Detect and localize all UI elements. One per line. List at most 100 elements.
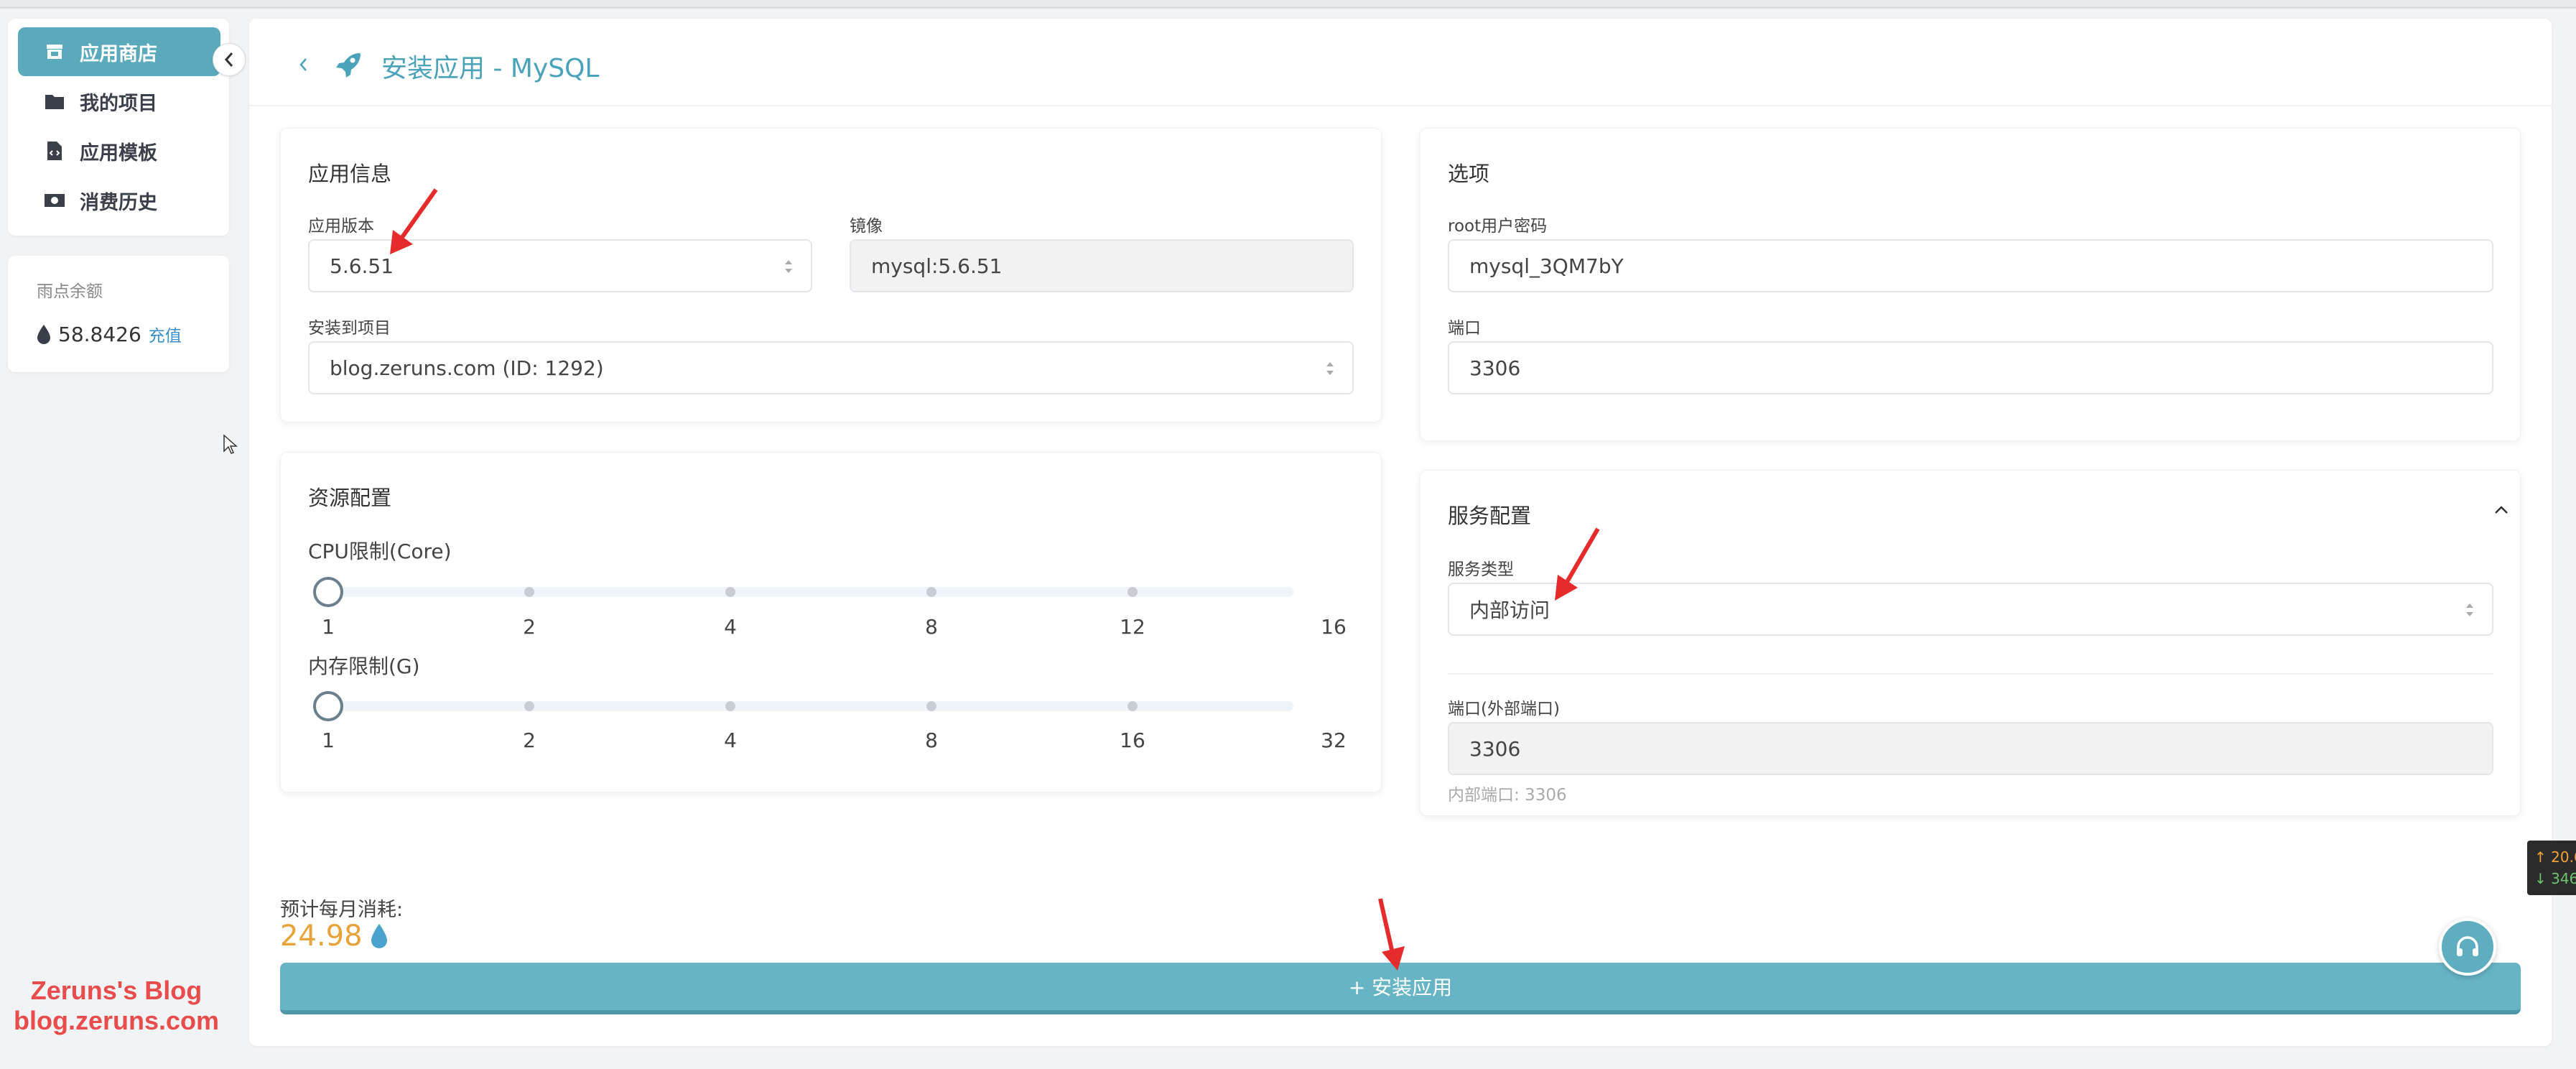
cpu-slider-stop: [1127, 587, 1138, 597]
upload-speed: ↑ 20.6: [2534, 848, 2576, 866]
project-value: blog.zeruns.com (ID: 1292): [330, 356, 604, 380]
project-select[interactable]: blog.zeruns.com (ID: 1292): [308, 341, 1354, 394]
resources-title: 资源配置: [308, 486, 392, 510]
memory-slider-stop: [926, 701, 936, 711]
service-config-title: 服务配置: [1448, 504, 1532, 528]
memory-tick-label: 8: [925, 728, 938, 752]
project-label: 安装到项目: [308, 319, 391, 338]
page-header: 安装应用 - MySQL: [249, 19, 2552, 106]
memory-slider-track[interactable]: [328, 701, 1293, 711]
install-button-label: + 安装应用: [1348, 976, 1453, 999]
monthly-cost: 24.98: [280, 920, 389, 953]
app-info-title: 应用信息: [308, 162, 392, 186]
cpu-tick-label: 16: [1321, 615, 1347, 639]
file-code-icon: [44, 140, 65, 162]
headset-icon: [2457, 936, 2478, 956]
memory-slider-handle[interactable]: [313, 691, 343, 721]
memory-limit-label: 内存限制(G): [308, 654, 420, 678]
blog-watermark: Zeruns's Blog blog.zeruns.com: [9, 976, 224, 1036]
watermark-line-2: blog.zeruns.com: [13, 1006, 220, 1035]
main-panel: 安装应用 - MySQL 应用信息 应用版本 5.6.51 镜像 mysql:5…: [249, 19, 2552, 1046]
service-type-value: 内部访问: [1469, 598, 1550, 622]
cpu-slider-track[interactable]: [328, 587, 1293, 597]
memory-tick-label: 2: [523, 728, 536, 752]
annotation-arrow-icon: [390, 188, 438, 254]
balance-row: 58.8426 充值: [37, 322, 182, 346]
port-input[interactable]: 3306: [1448, 341, 2493, 394]
section-divider: [1448, 673, 2493, 675]
raindrop-icon: [371, 924, 387, 948]
annotation-arrow-icon: [1378, 898, 1405, 971]
sidebar-item-label: 应用商店: [80, 42, 157, 65]
annotation-arrow-icon: [1555, 527, 1600, 601]
memory-slider-stop: [524, 701, 534, 711]
external-port-label: 端口(外部端口): [1448, 700, 1560, 718]
top-strip: [0, 0, 2576, 9]
monthly-cost-label: 预计每月消耗:: [280, 899, 404, 921]
version-label: 应用版本: [308, 217, 374, 236]
port-value: 3306: [1469, 356, 1521, 380]
cpu-slider-stop: [524, 587, 534, 597]
memory-tick-label: 32: [1321, 728, 1347, 752]
sidebar-item-label: 消费历史: [80, 191, 157, 214]
back-button[interactable]: [292, 52, 314, 78]
memory-slider-stop: [725, 701, 735, 711]
recharge-link[interactable]: 充值: [149, 322, 182, 346]
rocket-icon: [336, 53, 361, 78]
sidebar-item-app-templates[interactable]: 应用模板: [18, 126, 220, 175]
cpu-tick-label: 12: [1120, 615, 1145, 639]
external-port-field: 3306: [1448, 722, 2493, 775]
chevron-left-icon: [224, 52, 233, 67]
memory-tick-label: 4: [724, 728, 737, 752]
download-speed: ↓ 346: [2534, 870, 2576, 887]
balance-label: 雨点余额: [37, 282, 103, 301]
password-label: root用户密码: [1448, 217, 1548, 236]
sidebar-collapse-button[interactable]: [213, 43, 246, 76]
cpu-tick-label: 4: [724, 615, 737, 639]
internal-port-hint: 内部端口: 3306: [1448, 786, 1567, 805]
balance-card: 雨点余额 58.8426 充值: [8, 256, 229, 372]
password-value: mysql_3QM7bY: [1469, 254, 1624, 278]
image-field: mysql:5.6.51: [850, 239, 1354, 292]
network-speed-widget: ↑ 20.6 ↓ 346: [2527, 841, 2576, 895]
external-port-value: 3306: [1469, 736, 1521, 761]
customer-support-button[interactable]: [2439, 918, 2496, 976]
sidebar-item-label: 我的项目: [80, 92, 157, 115]
monthly-cost-value: 24.98: [280, 920, 363, 953]
port-label: 端口: [1448, 319, 1481, 338]
root-password-input[interactable]: mysql_3QM7bY: [1448, 239, 2493, 292]
money-bill-icon: [44, 190, 65, 211]
service-config-card: 服务配置 服务类型 内部访问 端口(外部端口) 3306 内部端口: 3306: [1420, 470, 2521, 816]
sidebar-item-app-store[interactable]: 应用商店: [18, 27, 220, 76]
app-info-card: 应用信息 应用版本 5.6.51 镜像 mysql:5.6.51 安装到项目 b…: [280, 128, 1382, 422]
options-title: 选项: [1448, 162, 1490, 186]
store-icon: [44, 41, 65, 63]
folder-icon: [44, 91, 65, 112]
watermark-line-1: Zeruns's Blog: [30, 976, 203, 1005]
cpu-slider-stop: [926, 587, 936, 597]
cpu-tick-label: 8: [925, 615, 938, 639]
select-caret-icon: [785, 260, 792, 273]
sidebar-item-billing-history[interactable]: 消费历史: [18, 176, 220, 225]
chevron-up-icon[interactable]: [2493, 505, 2509, 515]
sidebar-item-my-projects[interactable]: 我的项目: [18, 77, 220, 126]
cpu-slider-stop: [725, 587, 735, 597]
service-type-label: 服务类型: [1448, 560, 1514, 579]
cpu-slider-handle[interactable]: [313, 577, 343, 607]
resources-card: 资源配置 CPU限制(Core) 1 2 4 8 12 16 内存限制(G) 1…: [280, 452, 1382, 792]
memory-tick-label: 1: [322, 728, 335, 752]
version-value: 5.6.51: [330, 254, 394, 278]
select-caret-icon: [1326, 362, 1334, 375]
select-caret-icon: [2466, 603, 2473, 616]
memory-tick-label: 16: [1120, 728, 1145, 752]
cpu-tick-label: 1: [322, 615, 335, 639]
chevron-left-icon: [299, 58, 307, 71]
balance-value: 58.8426: [58, 322, 141, 346]
cpu-limit-label: CPU限制(Core): [308, 540, 452, 563]
sidebar-item-label: 应用模板: [80, 142, 157, 165]
sidebar-menu: 应用商店 我的项目 应用模板 消费历史: [8, 19, 229, 236]
raindrop-icon: [37, 325, 50, 344]
cpu-tick-label: 2: [523, 615, 536, 639]
memory-slider-stop: [1127, 701, 1138, 711]
options-card: 选项 root用户密码 mysql_3QM7bY 端口 3306: [1420, 128, 2521, 441]
